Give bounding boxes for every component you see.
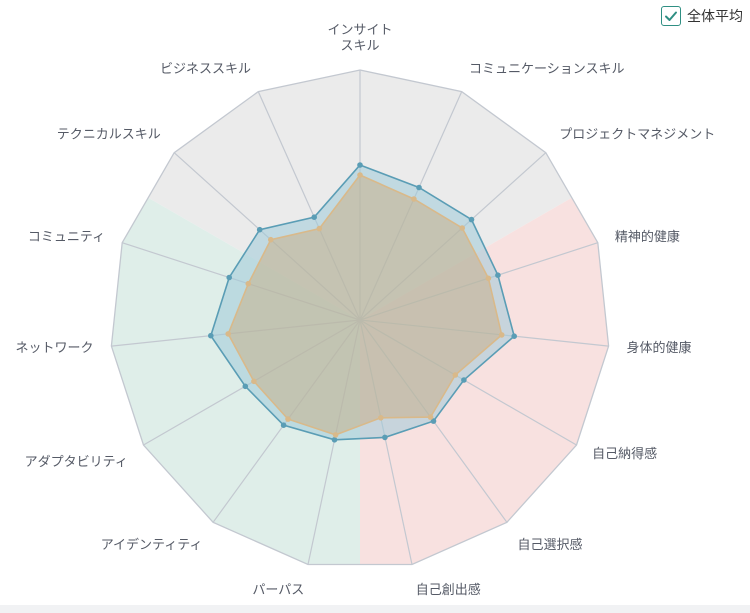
series-average-point: [285, 416, 291, 422]
series-user-point: [311, 214, 318, 220]
series-average-point: [427, 414, 434, 420]
legend-average-toggle[interactable]: 全体平均: [661, 6, 743, 26]
axis-label-9: パーパス: [252, 583, 304, 598]
series-user-point: [226, 274, 232, 281]
axis-label-8: 自己創出感: [416, 582, 481, 598]
axis-label-2: コミュニケーションスキル: [469, 62, 624, 77]
series-user-point: [256, 226, 263, 233]
bottom-strip: [0, 605, 750, 613]
series-average-point: [268, 236, 274, 243]
legend-checkbox[interactable]: [661, 6, 681, 26]
axis-label-3: プロジェクトマネジメント: [559, 128, 715, 143]
radar-chart-panel: インサイトスキルコミュニケーションスキルプロジェクトマネジメント精神的健康身体的…: [0, 0, 750, 613]
series-average-point: [485, 275, 492, 282]
series-user-point: [357, 162, 363, 168]
series-user-point: [242, 383, 249, 390]
series-user-point: [280, 422, 287, 429]
series-average-point: [245, 280, 252, 287]
check-icon: [665, 11, 677, 21]
series-user-point: [461, 377, 467, 383]
axis-label-13: コミュニティ: [28, 230, 105, 245]
axis-label-10: アイデンティティ: [101, 537, 203, 553]
axis-label-5: 身体的健康: [627, 340, 692, 356]
series-user-point: [495, 272, 501, 279]
series-user-point: [416, 184, 422, 191]
series-average-point: [225, 331, 231, 337]
series-average-point: [452, 372, 459, 378]
series-user-point: [511, 333, 517, 340]
series-user-point: [382, 434, 388, 441]
series-average-point: [378, 415, 384, 421]
axis-label-6: 自己納得感: [592, 446, 657, 462]
axis-label-7: 自己選択感: [518, 537, 583, 553]
series-user-point: [331, 437, 338, 443]
series-average-point: [459, 225, 466, 231]
series-average-point: [498, 332, 505, 338]
series-average-point: [332, 432, 339, 438]
axis-label-12: ネットワーク: [15, 341, 93, 356]
axis-label-14: テクニカルスキル: [57, 128, 161, 143]
series-average-point: [251, 378, 257, 385]
axis-label-1: インサイトスキル: [327, 23, 392, 54]
axis-label-11: アダプタビリティ: [25, 455, 128, 470]
axis-label-15: ビジネススキル: [160, 62, 251, 77]
series-user-point: [208, 332, 214, 339]
radar-chart: インサイトスキルコミュニケーションスキルプロジェクトマネジメント精神的健康身体的…: [15, 23, 715, 598]
legend-label: 全体平均: [687, 9, 743, 25]
axis-label-4: 精神的健康: [615, 229, 680, 245]
series-average-point: [411, 196, 417, 202]
series-average-point: [357, 172, 363, 178]
series-average-point: [316, 225, 323, 232]
series-user-point: [468, 216, 475, 223]
